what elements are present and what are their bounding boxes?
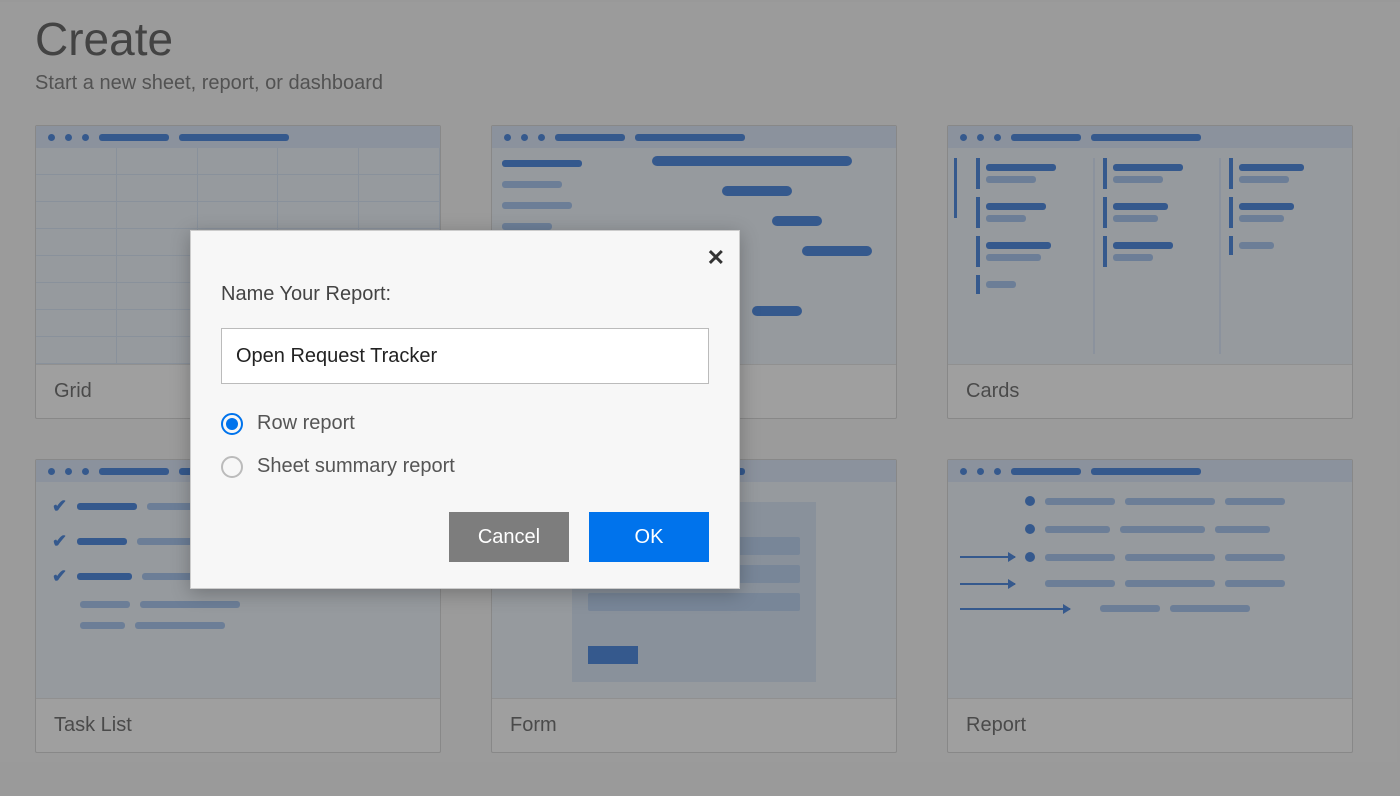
radio-row-report[interactable]: Row report <box>221 412 709 435</box>
report-type-radios: Row report Sheet summary report <box>221 412 709 478</box>
close-icon[interactable]: ✕ <box>707 245 725 271</box>
radio-icon <box>221 456 243 478</box>
radio-label: Sheet summary report <box>257 455 455 478</box>
cancel-button[interactable]: Cancel <box>449 512 569 562</box>
radio-sheet-summary[interactable]: Sheet summary report <box>221 455 709 478</box>
ok-button[interactable]: OK <box>589 512 709 562</box>
report-name-input[interactable] <box>221 328 709 384</box>
dialog-title: Name Your Report: <box>221 283 709 306</box>
radio-label: Row report <box>257 412 355 435</box>
name-report-dialog: ✕ Name Your Report: Row report Sheet sum… <box>190 230 740 589</box>
radio-icon <box>221 413 243 435</box>
modal-overlay: ✕ Name Your Report: Row report Sheet sum… <box>0 2 1400 796</box>
dialog-actions: Cancel OK <box>221 512 709 562</box>
